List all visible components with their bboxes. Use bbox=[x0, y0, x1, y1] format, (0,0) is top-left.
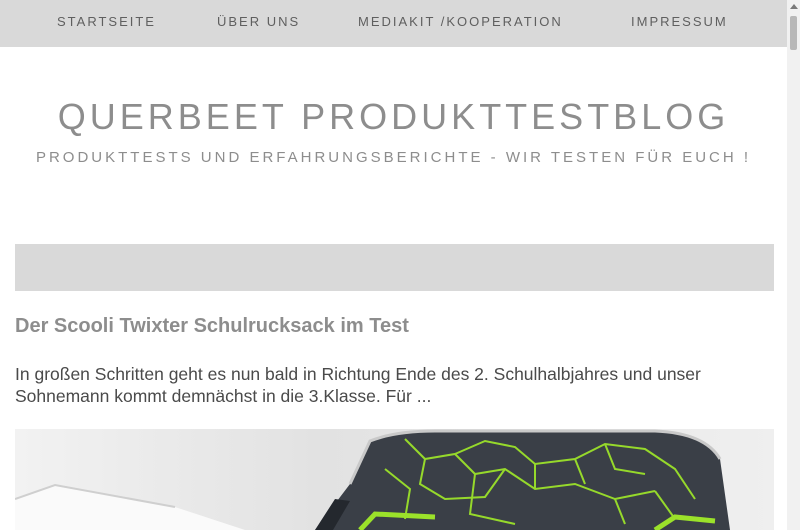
nav-item-ueber-uns[interactable]: ÜBER UNS bbox=[217, 14, 300, 29]
nav-item-startseite[interactable]: STARTSEITE bbox=[57, 14, 156, 29]
nav-item-mediakit[interactable]: MEDIAKIT /KOOPERATION bbox=[358, 14, 563, 29]
scroll-up-arrow-icon[interactable] bbox=[787, 0, 800, 13]
vertical-scrollbar[interactable] bbox=[787, 0, 800, 530]
post-title-link[interactable]: Der Scooli Twixter Schulrucksack im Test bbox=[15, 315, 409, 338]
post-featured-image[interactable] bbox=[15, 429, 774, 530]
top-navigation: STARTSEITE ÜBER UNS MEDIAKIT /KOOPERATIO… bbox=[0, 0, 787, 47]
grey-banner-bar bbox=[15, 244, 774, 291]
post-excerpt: In großen Schritten geht es nun bald in … bbox=[15, 364, 701, 406]
scrollbar-thumb[interactable] bbox=[790, 16, 797, 50]
nav-item-impressum[interactable]: IMPRESSUM bbox=[631, 14, 728, 29]
site-tagline: PRODUKTTESTS UND ERFAHRUNGSBERICHTE - WI… bbox=[35, 149, 752, 166]
backpack-photo-icon bbox=[15, 429, 774, 530]
site-title[interactable]: QUERBEET PRODUKTTESTBLOG bbox=[0, 96, 787, 138]
